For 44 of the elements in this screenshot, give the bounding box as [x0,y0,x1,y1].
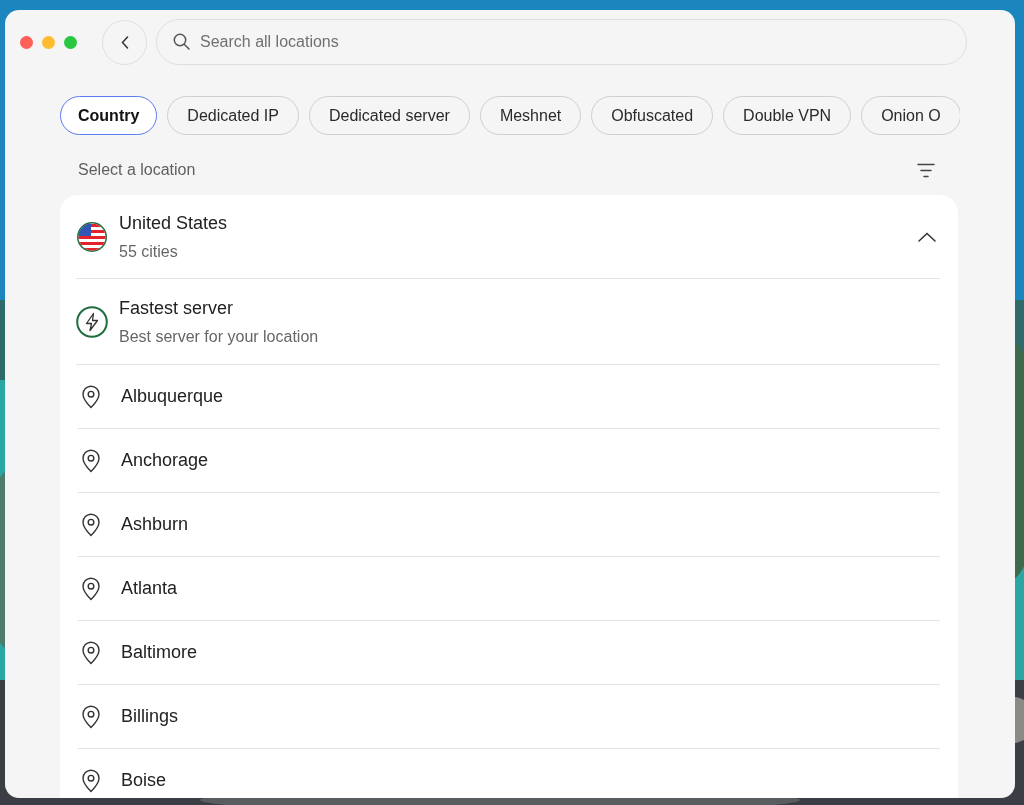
city-name: Albuquerque [121,385,224,408]
search-icon [173,33,190,50]
server-description: Best server for your location [119,326,319,347]
city-row[interactable]: Anchorage [78,429,940,493]
city-row[interactable]: Boise [78,749,940,798]
lightning-icon [76,305,108,338]
filter-tab[interactable]: Meshnet [479,96,582,135]
map-pin-icon [81,768,101,793]
map-pin-icon [81,576,101,601]
filter-tab[interactable]: Double VPN [723,96,852,135]
city-row[interactable]: Billings [78,685,940,749]
city-name: Anchorage [121,449,209,472]
server-name: Fastest server [119,296,235,320]
zoom-button[interactable] [64,35,77,49]
map-pin-icon [81,640,101,665]
city-row[interactable]: Ashburn [78,493,940,557]
map-pin-icon [81,704,101,729]
minimize-button[interactable] [42,35,55,49]
city-count: 55 cities [119,241,179,262]
country-name: United States [119,211,229,235]
section-label: Select a location [78,160,196,180]
filter-tab[interactable]: Onion O [861,96,960,135]
city-name: Boise [121,769,167,792]
chevron-left-icon [120,35,129,49]
map-pin-icon [81,384,101,409]
map-pin-icon [81,512,101,537]
city-row[interactable]: Atlanta [78,557,940,621]
filter-tab[interactable]: Obfuscated [591,96,714,135]
city-row[interactable]: Baltimore [78,621,940,685]
flag-icon [76,220,108,253]
map-pin-icon [81,448,101,473]
city-name: Baltimore [121,641,198,664]
server-row[interactable]: Fastest server Best server for your location [76,279,940,365]
filter-tab[interactable]: Dedicated server [308,96,470,135]
filter-tab[interactable]: Country [60,96,158,135]
close-button[interactable] [20,35,33,49]
city-name: Atlanta [121,577,178,600]
search-field[interactable]: Search all locations [156,19,967,65]
filter-tab[interactable]: Dedicated IP [167,96,299,135]
city-name: Billings [121,705,179,728]
city-name: Ashburn [121,513,189,536]
chevron-up-icon[interactable] [918,231,936,242]
filter-icon[interactable] [917,162,935,178]
city-row[interactable]: Albuquerque [78,365,940,429]
